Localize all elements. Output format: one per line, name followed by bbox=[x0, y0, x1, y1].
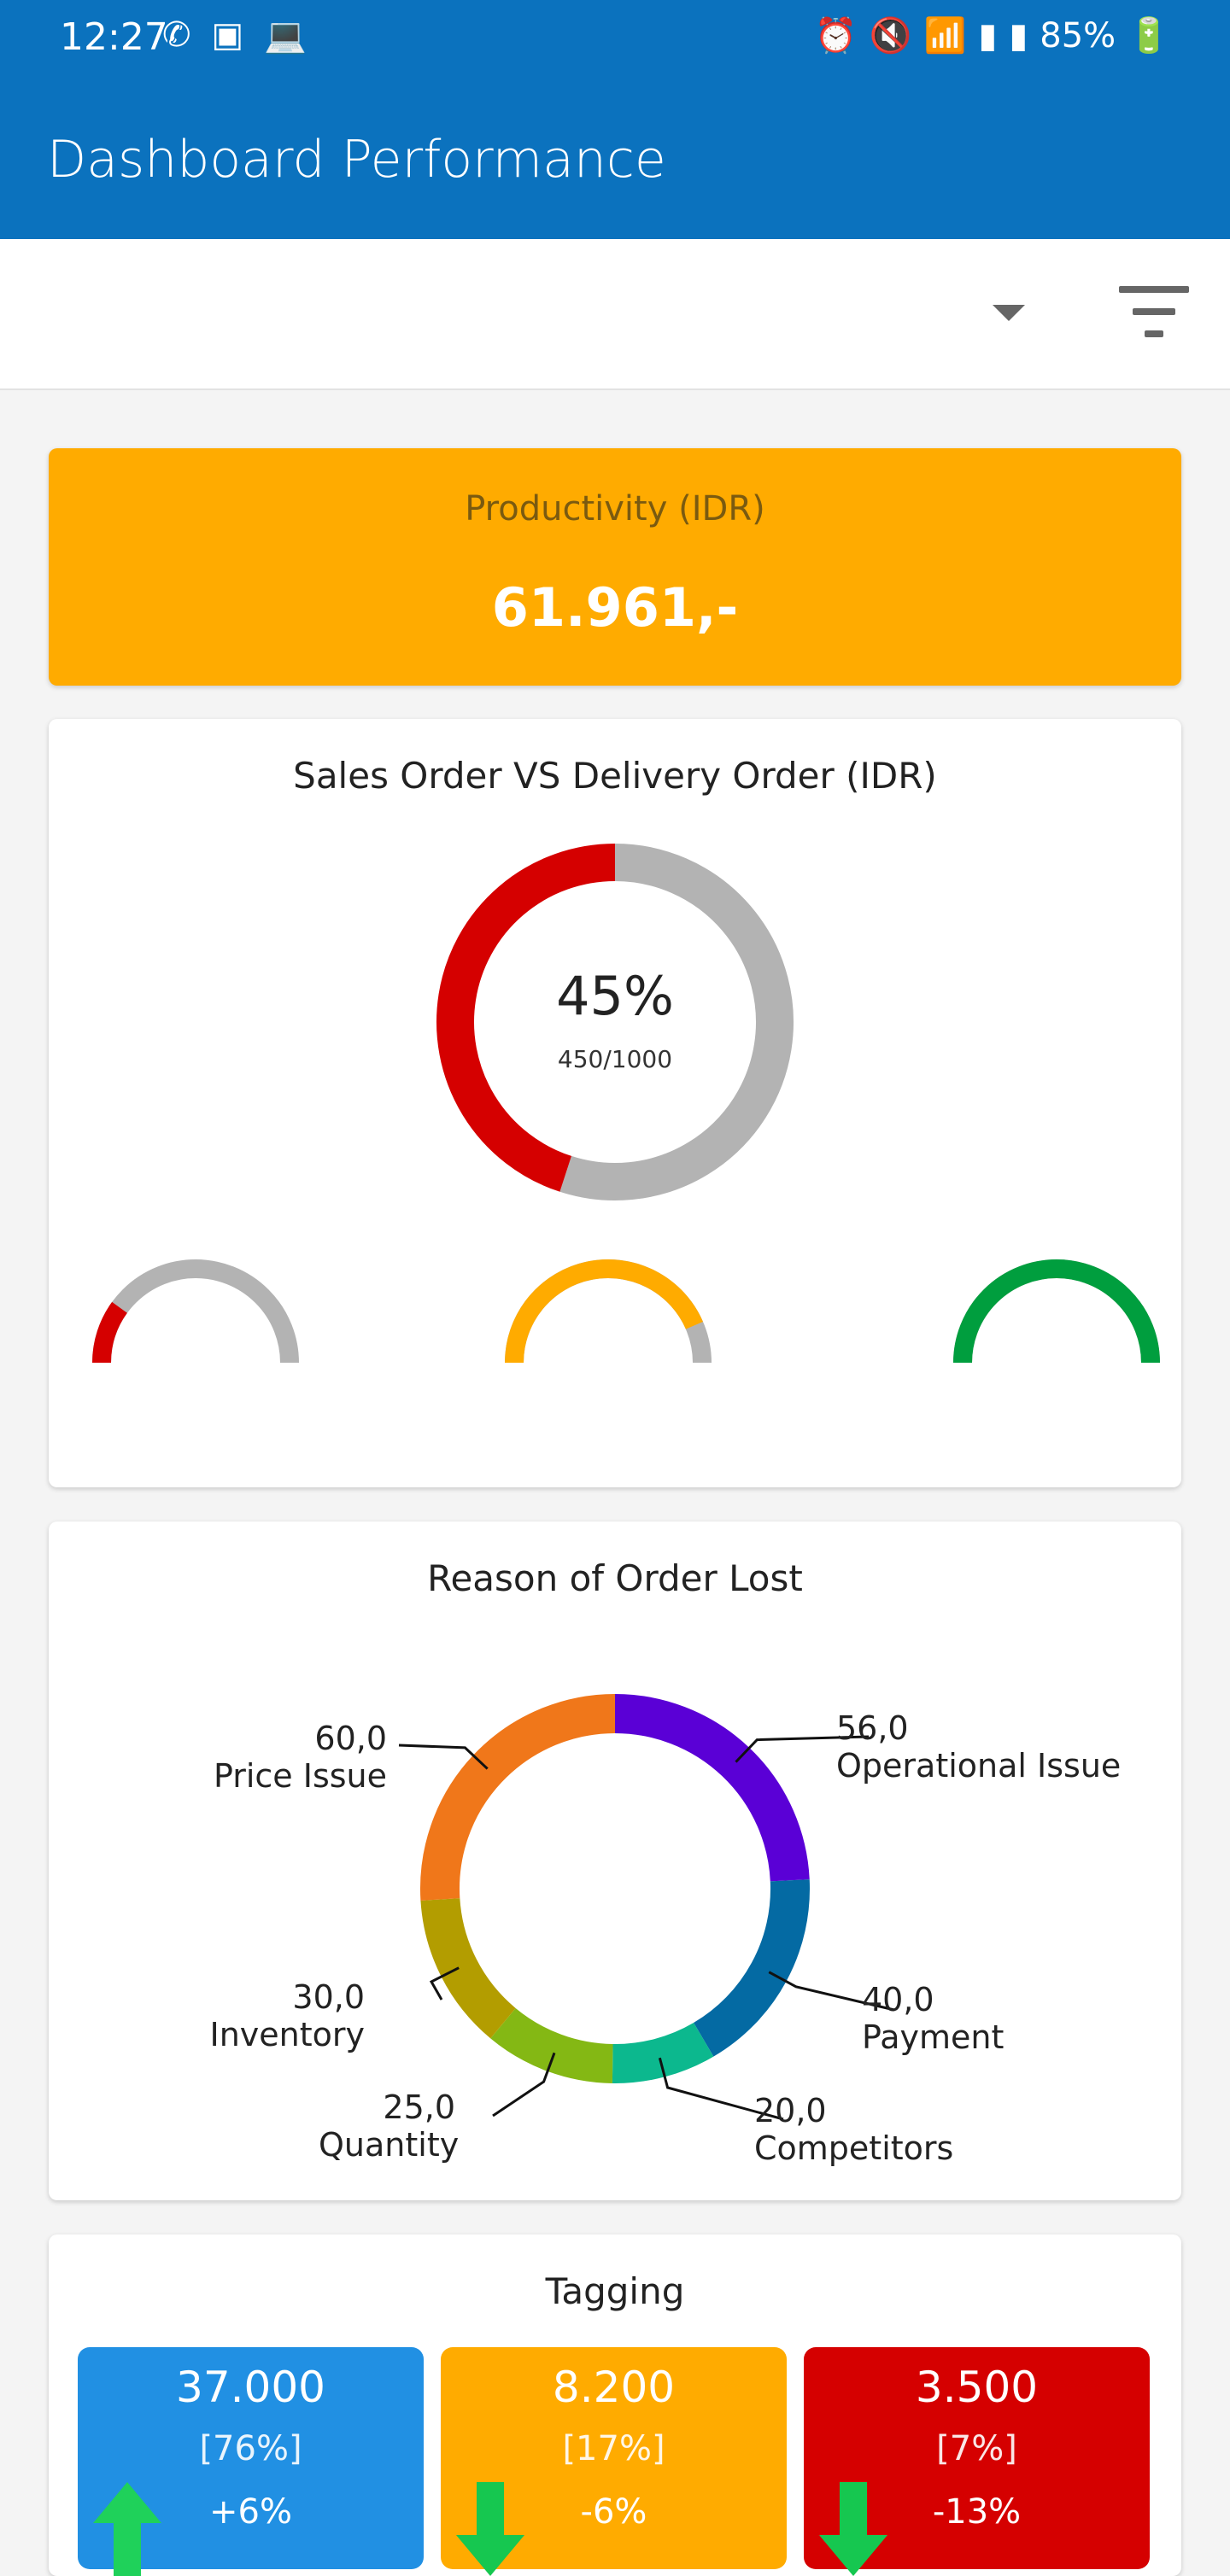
gauge-track bbox=[92, 1259, 299, 1364]
reason-name-quantity: Quantity bbox=[319, 2126, 460, 2164]
gauge-value-arc bbox=[92, 1301, 128, 1364]
gauge-chart-3 bbox=[953, 1259, 1160, 1364]
app-bar: Dashboard Performance bbox=[0, 77, 1230, 239]
tile-change: +6% bbox=[209, 2492, 292, 2532]
status-time: 12:27 bbox=[60, 15, 168, 59]
reason-name-inventory: Inventory bbox=[209, 2016, 365, 2053]
alarm-icon: ⏰ bbox=[814, 16, 858, 55]
tile-percent: [17%] bbox=[562, 2429, 665, 2468]
tile-value: 37.000 bbox=[176, 2363, 325, 2412]
reason-value-price-issue: 60,0 bbox=[314, 1720, 387, 1757]
gauge-chart-1 bbox=[92, 1259, 299, 1364]
tile-percent: [7%] bbox=[936, 2429, 1017, 2468]
productivity-label: Productivity (IDR) bbox=[465, 489, 765, 529]
donut-segment-payment bbox=[693, 1879, 810, 2057]
reason-value-operational-issue: 56,0 bbox=[836, 1709, 909, 1747]
donut-segment-inventory bbox=[420, 1897, 517, 2039]
chevron-down-icon[interactable] bbox=[993, 305, 1025, 321]
reason-name-competitors: Competitors bbox=[754, 2129, 954, 2167]
image-icon: ▣ bbox=[211, 15, 244, 55]
sales-vs-delivery-card[interactable]: Sales Order VS Delivery Order (IDR) 45% … bbox=[49, 719, 1181, 1487]
donut-segment-quantity bbox=[490, 2007, 614, 2083]
sales-delivery-ratio: 450/1000 bbox=[557, 1045, 673, 1073]
reason-label-inventory: 30,0 Inventory bbox=[185, 1978, 365, 2053]
battery-charging-icon: 🔋 bbox=[1128, 16, 1170, 55]
mute-icon: 🔇 bbox=[869, 16, 912, 55]
tagging-card[interactable]: Tagging 37.000 [76%] +6% 8.200 [17%] -6%… bbox=[49, 2234, 1181, 2576]
tagging-title: Tagging bbox=[545, 2270, 685, 2312]
tile-value: 8.200 bbox=[552, 2363, 676, 2412]
tagging-tile[interactable]: 37.000 [76%] +6% bbox=[78, 2347, 424, 2576]
gauge-track bbox=[953, 1259, 1160, 1364]
reason-order-lost-card[interactable]: Reason of Order Lost 56,0 Operational Is… bbox=[49, 1522, 1181, 2200]
gauge-chart-2 bbox=[505, 1259, 712, 1364]
status-left-icons: ✆ ▣ 💻 bbox=[162, 15, 307, 55]
reason-value-payment: 40,0 bbox=[862, 1981, 934, 2018]
productivity-card[interactable]: Productivity (IDR) 61.961,- bbox=[49, 448, 1181, 686]
tagging-tile[interactable]: 3.500 [7%] -13% bbox=[804, 2347, 1150, 2576]
reason-value-competitors: 20,0 bbox=[754, 2092, 827, 2129]
reason-value-quantity: 25,0 bbox=[383, 2088, 455, 2126]
gauge-value-arc bbox=[953, 1259, 1160, 1364]
hangouts-icon: ✆ bbox=[162, 15, 191, 55]
filter-toolbar bbox=[0, 239, 1230, 390]
reason-donut-chart bbox=[398, 1694, 895, 2121]
reason-value-inventory: 30,0 bbox=[292, 1978, 365, 2016]
sales-vs-delivery-title: Sales Order VS Delivery Order (IDR) bbox=[293, 755, 937, 797]
donut-segment-competitors bbox=[612, 2022, 714, 2083]
tile-change: -6% bbox=[580, 2492, 647, 2532]
reason-label-payment: 40,0 Payment bbox=[862, 1981, 1004, 2056]
tile-change: -13% bbox=[932, 2492, 1022, 2532]
tagging-tile[interactable]: 8.200 [17%] -6% bbox=[441, 2347, 787, 2576]
signal-icon: ▮ bbox=[1009, 15, 1028, 55]
filter-icon[interactable] bbox=[1119, 286, 1189, 337]
battery-percent: 85% bbox=[1040, 15, 1116, 55]
tile-value: 3.500 bbox=[915, 2363, 1039, 2412]
page-title: Dashboard Performance bbox=[47, 130, 666, 190]
reason-label-quantity: 25,0 Quantity bbox=[319, 2088, 459, 2164]
reason-label-price-issue: 60,0 Price Issue bbox=[185, 1720, 387, 1795]
sales-delivery-percent: 45% bbox=[556, 965, 674, 1027]
reason-name-operational-issue: Operational Issue bbox=[836, 1747, 1122, 1785]
status-right-icons: ⏰ 🔇 📶 ▮ ▮ 85% 🔋 bbox=[814, 15, 1170, 56]
status-bar: 12:27 ✆ ▣ 💻 ⏰ 🔇 📶 ▮ ▮ 85% 🔋 bbox=[0, 0, 1230, 77]
gauge-value-arc bbox=[505, 1259, 704, 1364]
reason-name-price-issue: Price Issue bbox=[213, 1757, 387, 1795]
reason-name-payment: Payment bbox=[862, 2018, 1004, 2056]
signal-icon: ▮ bbox=[978, 15, 998, 55]
tile-percent: [76%] bbox=[199, 2429, 302, 2468]
laptop-icon: 💻 bbox=[264, 16, 308, 55]
wifi-icon: 📶 bbox=[923, 16, 967, 55]
reason-label-operational-issue: 56,0 Operational Issue bbox=[836, 1709, 1121, 1785]
donut-segment-price-issue bbox=[420, 1694, 616, 1901]
reason-label-competitors: 20,0 Competitors bbox=[754, 2092, 953, 2167]
productivity-value: 61.961,- bbox=[491, 576, 739, 639]
